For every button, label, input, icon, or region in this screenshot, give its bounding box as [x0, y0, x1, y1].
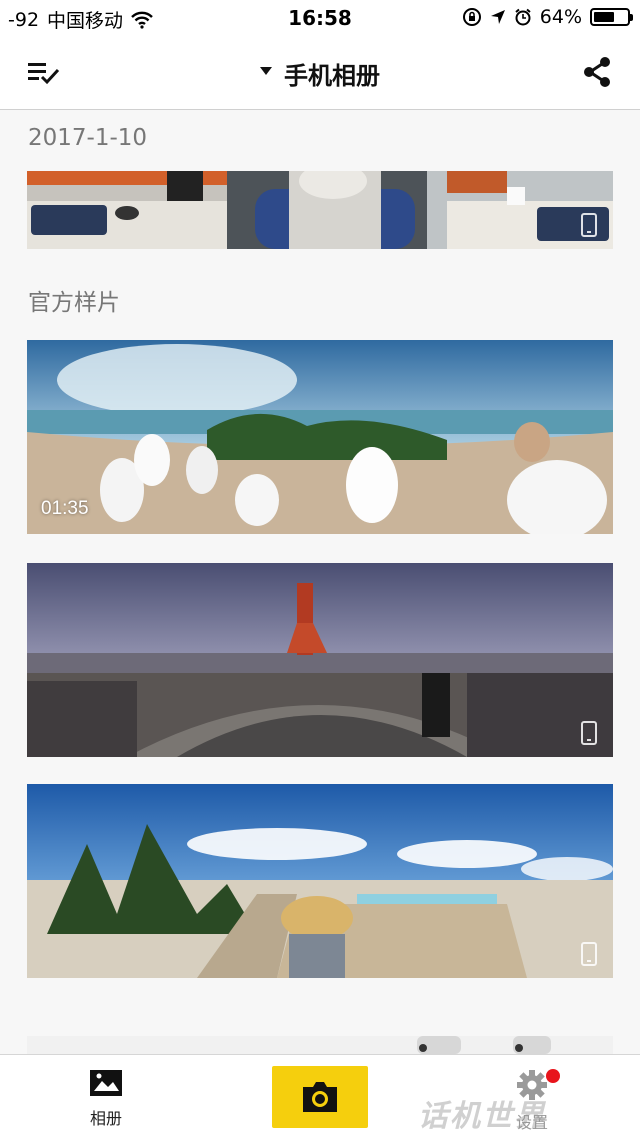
city-panorama-image [27, 563, 613, 757]
app-header: 手机相册 [0, 36, 640, 110]
alarm-icon [514, 8, 532, 26]
battery-percent: 64% [539, 6, 582, 28]
thumbnail-partial[interactable] [27, 1036, 613, 1054]
office-panorama-image [27, 171, 613, 249]
beach-panorama-image [27, 340, 613, 534]
tab-album-label: 相册 [89, 1109, 122, 1128]
camera-button[interactable] [272, 1066, 368, 1128]
camera-icon [303, 1082, 337, 1112]
page-title: 手机相册 [284, 62, 380, 90]
phone-badge-icon [581, 213, 597, 237]
image-icon [90, 1070, 122, 1096]
boardwalk-panorama-image [27, 784, 613, 978]
section-date-label: 2017-1-10 [28, 125, 148, 151]
tab-album[interactable]: 相册 [66, 1069, 146, 1129]
gallery-list[interactable]: 2017-1-10 官方样片 01:35 [0, 111, 640, 1054]
tab-settings[interactable]: 设置 [496, 1069, 568, 1133]
rotation-lock-icon [462, 7, 482, 27]
thumbnail-boardwalk-photo[interactable] [27, 784, 613, 978]
thumbnail-beach-video[interactable]: 01:35 [27, 340, 613, 534]
bottom-tab-bar: 相册 话机世界 设置 [0, 1054, 640, 1138]
battery-fill [594, 12, 614, 22]
notification-dot [546, 1069, 560, 1083]
caret-down-icon [260, 66, 272, 75]
album-switcher[interactable]: 手机相册 [0, 56, 640, 91]
video-duration: 01:35 [41, 498, 89, 519]
thumbnail-office-photo[interactable] [27, 171, 613, 249]
tab-settings-label: 设置 [515, 1113, 548, 1132]
thumbnail-tower-photo[interactable] [27, 563, 613, 757]
phone-badge-icon [581, 942, 597, 966]
share-icon [584, 57, 610, 87]
phone-badge-icon [581, 721, 597, 745]
status-bar: -92 中国移动 16:58 64% [0, 0, 640, 36]
gear-icon [517, 1070, 547, 1100]
share-button[interactable] [582, 56, 612, 88]
battery-icon [590, 8, 633, 26]
section-official-label: 官方样片 [28, 290, 120, 316]
location-icon [490, 9, 506, 25]
partial-image [27, 1036, 613, 1054]
